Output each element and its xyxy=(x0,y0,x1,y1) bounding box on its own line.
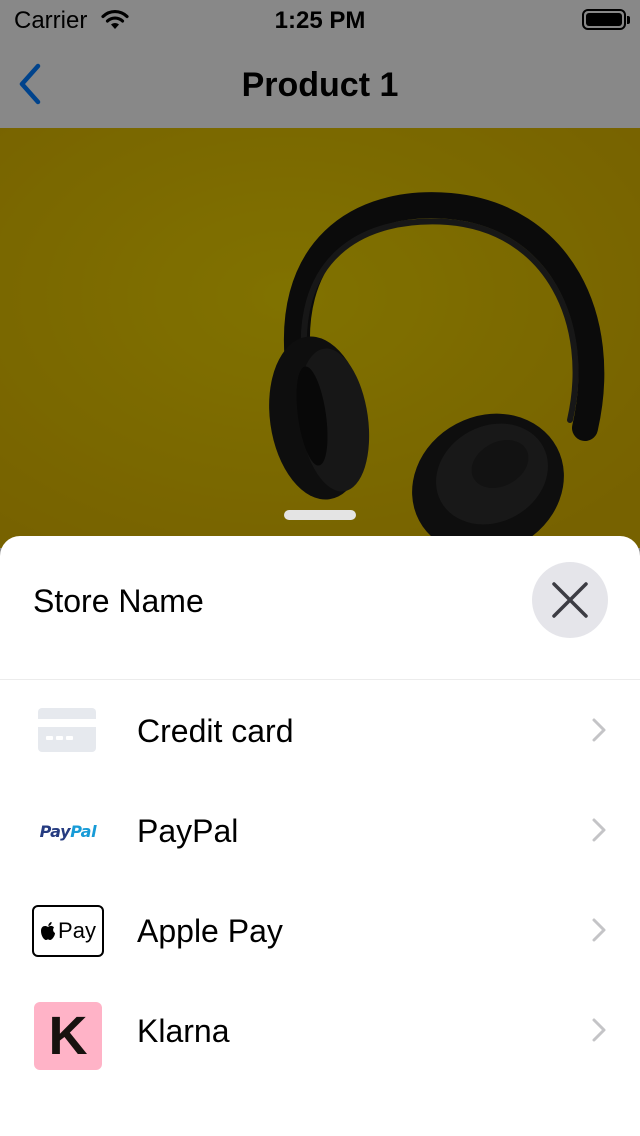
close-button[interactable] xyxy=(532,562,608,638)
payment-sheet: Store Name Credit card Pay Pal PayPal Pa… xyxy=(0,536,640,1136)
paypal-logo: Pay Pal xyxy=(39,821,97,841)
store-name: Store Name xyxy=(33,583,204,619)
close-icon xyxy=(552,582,588,618)
payment-method-label: Apple Pay xyxy=(137,913,283,949)
apple-icon xyxy=(41,922,56,940)
chevron-right-icon xyxy=(592,918,606,942)
payment-method-paypal[interactable]: Pay Pal PayPal xyxy=(0,780,640,880)
sheet-header: Store Name xyxy=(0,536,640,680)
payment-method-credit-card[interactable]: Credit card xyxy=(0,680,640,780)
payment-method-apple-pay[interactable]: Pay Apple Pay xyxy=(0,880,640,980)
chevron-right-icon xyxy=(592,1018,606,1042)
klarna-logo: K xyxy=(34,1002,102,1070)
chevron-right-icon xyxy=(592,718,606,742)
payment-method-label: Credit card xyxy=(137,713,294,749)
chevron-right-icon xyxy=(592,818,606,842)
payment-method-klarna[interactable]: K Klarna xyxy=(0,980,640,1080)
credit-card-icon xyxy=(32,705,104,757)
payment-method-list: Credit card Pay Pal PayPal Pay Apple Pay… xyxy=(0,680,640,1080)
apple-pay-logo: Pay xyxy=(32,905,104,957)
sheet-grabber[interactable] xyxy=(284,510,356,520)
payment-method-label: PayPal xyxy=(137,813,239,849)
payment-method-label: Klarna xyxy=(137,1013,230,1049)
